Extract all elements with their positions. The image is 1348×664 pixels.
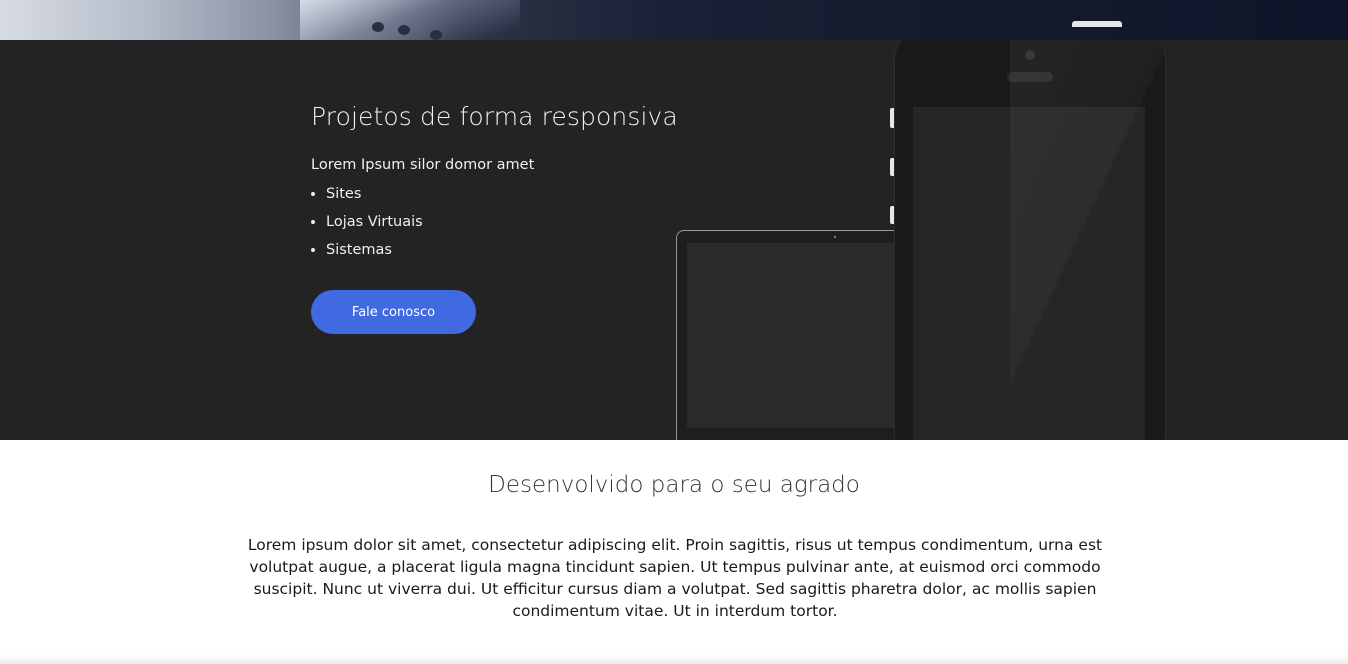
section-body: Lorem ipsum dolor sit amet, consectetur … [247, 536, 1103, 620]
banner-image-detail [430, 30, 442, 40]
tablet-camera-icon [834, 236, 836, 238]
device-top-button [1072, 21, 1122, 27]
tablet-illustration [676, 230, 918, 440]
tablet-screen [687, 243, 917, 428]
hero-title: Projetos de forma responsiva [311, 102, 678, 131]
phone-illustration [894, 40, 1166, 440]
hero-intro: Lorem Ipsum silor domor amet [311, 157, 535, 173]
services-list: Sites Lojas Virtuais Sistemas [311, 185, 423, 269]
section-title: Desenvolvido para o seu agrado [488, 472, 860, 498]
list-item: Sistemas [326, 241, 423, 269]
banner-laptop-image [300, 0, 520, 40]
top-banner-image [0, 0, 1348, 40]
banner-image-detail [372, 22, 384, 32]
list-item: Lojas Virtuais [326, 213, 423, 241]
contact-button[interactable]: Fale conosco [311, 290, 476, 334]
phone-glare [1010, 40, 1165, 440]
list-item: Sites [326, 185, 423, 213]
footer-divider-shadow [0, 654, 1348, 664]
hero-section: Projetos de forma responsiva Lorem Ipsum… [0, 40, 1348, 440]
banner-image-detail [398, 25, 410, 35]
